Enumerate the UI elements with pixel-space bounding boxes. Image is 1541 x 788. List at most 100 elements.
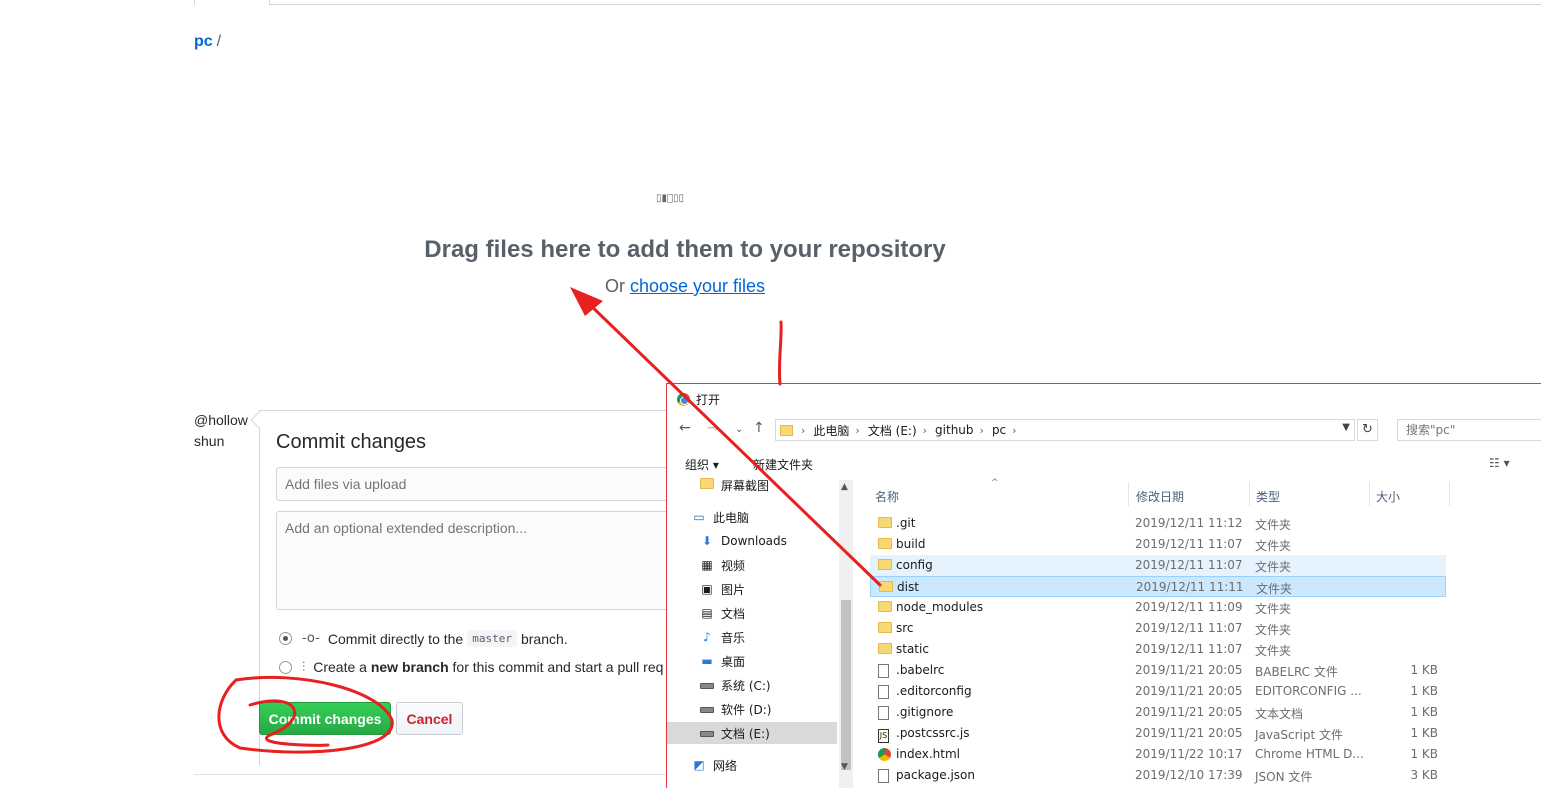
- refresh-icon[interactable]: ↻: [1357, 419, 1378, 441]
- radio-direct[interactable]: [279, 632, 292, 645]
- file-row[interactable]: src 2019/12/11 11:07 文件夹: [870, 618, 1446, 639]
- column-modified[interactable]: 修改日期: [1136, 488, 1184, 505]
- file-row[interactable]: index.html 2019/11/22 10:17 Chrome HTML D.…: [870, 744, 1446, 765]
- address-bar[interactable]: › 此电脑 › 文档 (E:) › github › pc › ▼: [775, 419, 1355, 441]
- nav-item-label: 桌面: [721, 654, 746, 669]
- scroll-down-icon[interactable]: ▼: [841, 762, 848, 772]
- nav-item-label: 此电脑: [713, 510, 750, 525]
- path-arrow-icon: ›: [979, 423, 984, 437]
- scroll-thumb[interactable]: [841, 600, 851, 770]
- column-divider[interactable]: [1449, 482, 1450, 506]
- column-name[interactable]: 名称: [875, 488, 899, 505]
- direct-prefix: Commit directly to the: [327, 630, 464, 647]
- file-row[interactable]: .editorconfig 2019/11/21 20:05 EDITORCONFI…: [870, 681, 1446, 702]
- scroll-up-icon[interactable]: ▲: [841, 482, 848, 492]
- file-row[interactable]: static 2019/12/11 11:07 文件夹: [870, 639, 1446, 660]
- file-row[interactable]: config 2019/12/11 11:07 文件夹: [870, 555, 1446, 576]
- file-name: package.json: [896, 768, 976, 782]
- commit-summary-input[interactable]: [276, 467, 671, 501]
- breadcrumb-separator: /: [216, 33, 222, 50]
- repo-link[interactable]: pc: [194, 33, 213, 50]
- new-suffix: for this commit and start a pull req: [452, 659, 664, 675]
- nav-item[interactable]: ♪ 音乐: [667, 626, 837, 648]
- history-dropdown-icon[interactable]: ⌄: [735, 424, 743, 435]
- file-name: static: [896, 642, 929, 656]
- file-date: 2019/12/11 11:07: [1135, 642, 1243, 656]
- column-divider[interactable]: [1128, 482, 1129, 506]
- branch-name: master: [467, 630, 517, 647]
- new-folder-button[interactable]: 新建文件夹: [753, 456, 813, 473]
- document-icon: ▤: [701, 606, 713, 620]
- nav-item-label: 软件 (D:): [721, 702, 772, 717]
- nav-item[interactable]: ▦ 视频: [667, 554, 837, 576]
- nav-item[interactable]: ▤ 文档: [667, 602, 837, 624]
- file-row[interactable]: JS .postcssrc.js 2019/11/21 20:05 JavaScrip…: [870, 723, 1446, 744]
- header-divider: [270, 4, 1541, 5]
- file-row[interactable]: .babelrc 2019/11/21 20:05 BABELRC 文件 1 KB: [870, 660, 1446, 681]
- open-file-dialog: 打开 ← → ⌄ ↑ › 此电脑 › 文档 (E:) › github › pc › ▼…: [666, 383, 1541, 788]
- nav-item[interactable]: ⬇ Downloads: [667, 530, 837, 552]
- js-file-icon: JS: [878, 727, 889, 743]
- drive-icon: [699, 726, 715, 740]
- nav-item-label: 网络: [713, 758, 738, 773]
- file-date: 2019/12/11 11:11: [1136, 580, 1244, 594]
- view-options-icon[interactable]: ☷ ▾: [1489, 456, 1510, 470]
- file-date: 2019/12/10 17:39: [1135, 768, 1243, 782]
- nav-item-label: 图片: [721, 582, 746, 597]
- file-row[interactable]: node_modules 2019/12/11 11:09 文件夹: [870, 597, 1446, 618]
- nav-item[interactable]: 屏幕截图: [667, 474, 837, 496]
- file-type: 文件夹: [1255, 560, 1292, 574]
- path-segment[interactable]: github: [935, 423, 973, 437]
- nav-item[interactable]: 系统 (C:): [667, 674, 837, 696]
- nav-item[interactable]: 软件 (D:): [667, 698, 837, 720]
- column-divider[interactable]: [1249, 482, 1250, 506]
- file-row[interactable]: .gitignore 2019/11/21 20:05 文本文档 1 KB: [870, 702, 1446, 723]
- column-type[interactable]: 类型: [1256, 488, 1280, 505]
- chrome-icon: [677, 393, 690, 406]
- nav-item[interactable]: ▭ 此电脑: [667, 506, 837, 528]
- commit-changes-button[interactable]: Commit changes: [259, 702, 391, 735]
- file-date: 2019/12/11 11:07: [1135, 537, 1243, 551]
- choose-files-link[interactable]: choose your files: [630, 276, 765, 296]
- organize-button[interactable]: 组织 ▾: [685, 456, 719, 473]
- path-segment[interactable]: 文档 (E:): [868, 422, 917, 439]
- radio-new-branch[interactable]: [279, 660, 292, 674]
- nav-item[interactable]: ▬ 桌面: [667, 650, 837, 672]
- file-size: 1 KB: [1410, 726, 1438, 740]
- file-row[interactable]: package.json 2019/12/10 17:39 JSON 文件 3 KB: [870, 765, 1446, 786]
- file-name: config: [896, 558, 933, 572]
- nav-item-label: 文档: [721, 606, 746, 621]
- nav-scrollbar[interactable]: ▲ ▼: [839, 480, 853, 788]
- file-name: .postcssrc.js: [896, 726, 970, 740]
- nav-item[interactable]: ▣ 图片: [667, 578, 837, 600]
- commit-direct-option[interactable]: -o- Commit directly to the master branch…: [279, 630, 568, 647]
- up-icon[interactable]: ↑: [753, 420, 765, 436]
- file-type: 文件夹: [1255, 644, 1292, 658]
- chevron-down-icon[interactable]: ▼: [1342, 422, 1350, 433]
- file-name: .editorconfig: [896, 684, 972, 698]
- file-row[interactable]: build 2019/12/11 11:07 文件夹: [870, 534, 1446, 555]
- file-size: 1 KB: [1410, 705, 1438, 719]
- column-divider[interactable]: [1369, 482, 1370, 506]
- forward-icon[interactable]: →: [707, 420, 719, 436]
- column-size[interactable]: 大小: [1376, 488, 1400, 505]
- drive-icon: [699, 702, 715, 716]
- commit-new-branch-option[interactable]: ⫶ Create a new branch for this commit an…: [279, 659, 667, 675]
- cancel-button[interactable]: Cancel: [396, 702, 463, 735]
- path-segment[interactable]: pc: [992, 423, 1006, 437]
- file-name: .babelrc: [896, 663, 945, 677]
- file-date: 2019/11/21 20:05: [1135, 684, 1243, 698]
- back-icon[interactable]: ←: [679, 420, 691, 436]
- file-row[interactable]: dist 2019/12/11 11:11 文件夹: [870, 576, 1446, 597]
- file-icon: [878, 664, 889, 681]
- commit-description-input[interactable]: [276, 511, 671, 610]
- file-row[interactable]: .git 2019/12/11 11:12 文件夹: [870, 513, 1446, 534]
- nav-item-label: 文档 (E:): [721, 726, 770, 741]
- file-type-icons: ▯▮⃝▯▯: [656, 193, 685, 204]
- file-date: 2019/12/11 11:07: [1135, 558, 1243, 572]
- nav-item[interactable]: ◩ 网络: [667, 754, 837, 776]
- path-segment[interactable]: 此电脑: [813, 422, 849, 439]
- nav-item[interactable]: 文档 (E:): [667, 722, 837, 744]
- search-input[interactable]: [1397, 419, 1541, 441]
- file-name: node_modules: [896, 600, 984, 614]
